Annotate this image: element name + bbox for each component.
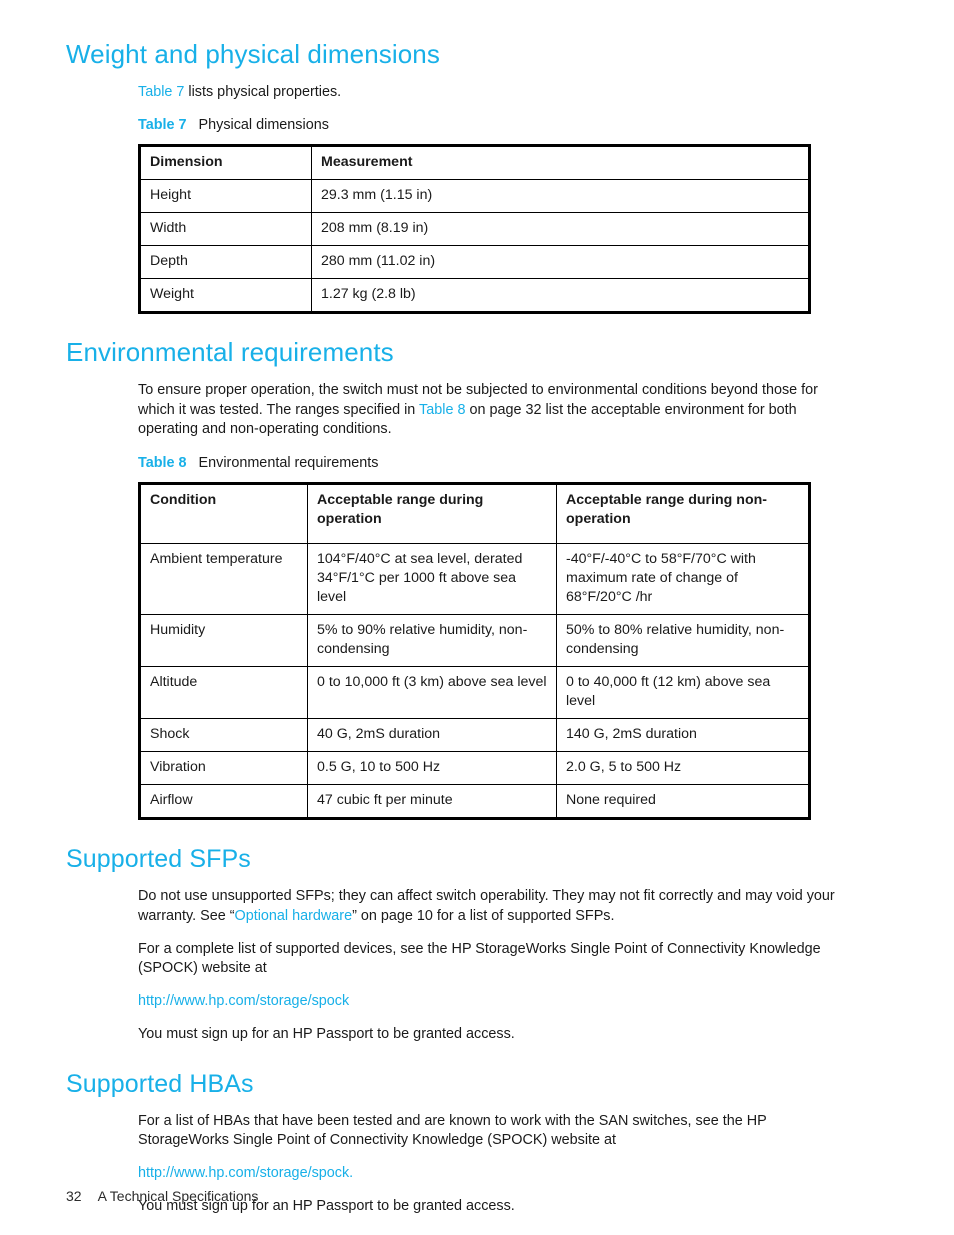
cell-range-non-operation: 140 G, 2mS duration — [556, 718, 810, 753]
sfps-paragraph-1-part2: ” on page 10 for a list of supported SFP… — [352, 907, 615, 924]
table-row: Height 29.3 mm (1.15 in) — [139, 178, 810, 213]
table-row: Ambient temperature 104°F/40°C at sea le… — [139, 542, 810, 615]
cell-range-operation: 0.5 G, 10 to 500 Hz — [307, 751, 557, 786]
page-content: Weight and physical dimensions Table 7 l… — [66, 39, 856, 1216]
table-7-cross-reference-link[interactable]: Table 7 — [138, 84, 184, 100]
weight-intro-paragraph: Table 7 lists physical properties. — [138, 83, 856, 103]
cell-measurement: 208 mm (8.19 in) — [311, 211, 810, 246]
cell-dimension: Width — [139, 211, 312, 246]
table-8-caption-label: Table 8 — [138, 455, 187, 472]
table-header-row: Condition Acceptable range during operat… — [139, 482, 810, 544]
hbas-url-paragraph: http://www.hp.com/storage/spock. — [138, 1164, 856, 1184]
cell-range-operation: 104°F/40°C at sea level, derated 34°F/1°… — [307, 542, 557, 615]
spock-url-link-hbas[interactable]: http://www.hp.com/storage/spock. — [138, 1164, 353, 1184]
heading-environmental-requirements: Environmental requirements — [66, 336, 394, 367]
sfps-paragraph-2: For a complete list of supported devices… — [138, 940, 821, 977]
cell-measurement: 29.3 mm (1.15 in) — [311, 178, 810, 213]
cell-condition: Vibration — [139, 751, 308, 786]
cell-condition: Humidity — [139, 613, 308, 667]
sfps-url-paragraph: http://www.hp.com/storage/spock — [138, 992, 856, 1012]
table-8-cross-reference-link[interactable]: Table 8 — [419, 402, 465, 418]
table-row: Vibration 0.5 G, 10 to 500 Hz 2.0 G, 5 t… — [139, 751, 810, 786]
section-supported-sfps: Supported SFPs Do not use unsupported SF… — [66, 845, 856, 1044]
column-header-range-operation: Acceptable range during operation — [307, 482, 557, 544]
table-environmental-requirements: Condition Acceptable range during operat… — [138, 481, 811, 821]
hbas-paragraph-1: For a list of HBAs that have been tested… — [138, 1112, 767, 1149]
table-8-caption: Table 8 Environmental requirements — [138, 454, 856, 473]
document-page: Weight and physical dimensions Table 7 l… — [0, 0, 954, 1235]
weight-intro-text: lists physical properties. — [184, 84, 342, 101]
column-header-dimension: Dimension — [139, 144, 312, 180]
page-footer: 32 A Technical Specifications — [66, 1187, 856, 1205]
cell-range-non-operation: None required — [556, 784, 810, 820]
footer-page-number: 32 — [66, 1187, 82, 1204]
column-header-range-non-operation: Acceptable range during non-operation — [556, 482, 810, 544]
cell-condition: Shock — [139, 718, 308, 753]
table-row: Airflow 47 cubic ft per minute None requ… — [139, 784, 810, 820]
cell-dimension: Height — [139, 178, 312, 213]
cell-range-non-operation: -40°F/-40°C to 58°F/70°C with maximum ra… — [556, 542, 810, 615]
cell-dimension: Depth — [139, 244, 312, 279]
table-row: Humidity 5% to 90% relative humidity, no… — [139, 613, 810, 667]
heading-weight-and-physical-dimensions: Weight and physical dimensions — [66, 39, 440, 69]
cell-range-operation: 0 to 10,000 ft (3 km) above sea level — [307, 665, 557, 720]
heading-supported-hbas: Supported HBAs — [66, 1069, 254, 1098]
table-header-row: Dimension Measurement — [139, 144, 810, 180]
spock-url-link-sfps[interactable]: http://www.hp.com/storage/spock — [138, 992, 349, 1012]
sfps-paragraph-3: You must sign up for an HP Passport to b… — [138, 1025, 515, 1042]
cell-range-non-operation: 2.0 G, 5 to 500 Hz — [556, 751, 810, 786]
heading-supported-sfps: Supported SFPs — [66, 845, 251, 874]
sfps-paragraph-1: Do not use unsupported SFPs; they can af… — [138, 887, 856, 926]
supported-sfps-body: Do not use unsupported SFPs; they can af… — [138, 887, 856, 1044]
environment-body: To ensure proper operation, the switch m… — [138, 381, 856, 821]
cell-range-operation: 40 G, 2mS duration — [307, 718, 557, 753]
table-row: Weight 1.27 kg (2.8 lb) — [139, 277, 810, 313]
table-row: Shock 40 G, 2mS duration 140 G, 2mS dura… — [139, 718, 810, 753]
footer-chapter-label: A Technical Specifications — [97, 1187, 259, 1204]
environment-intro-paragraph: To ensure proper operation, the switch m… — [138, 381, 856, 440]
cell-measurement: 1.27 kg (2.8 lb) — [311, 277, 810, 313]
table-8-caption-text: Environmental requirements — [198, 455, 379, 472]
optional-hardware-cross-reference-link[interactable]: Optional hardware — [235, 908, 353, 924]
cell-range-operation: 47 cubic ft per minute — [307, 784, 557, 820]
table-7-caption-label: Table 7 — [138, 116, 187, 133]
table-7-caption: Table 7 Physical dimensions — [138, 116, 856, 135]
column-header-condition: Condition — [139, 482, 308, 544]
table-8-wrapper: Condition Acceptable range during operat… — [138, 481, 856, 821]
cell-condition: Airflow — [139, 784, 308, 820]
section-environmental-requirements: Environmental requirements To ensure pro… — [66, 336, 856, 821]
table-7-caption-text: Physical dimensions — [198, 116, 329, 133]
table-7-wrapper: Dimension Measurement Height 29.3 mm (1.… — [138, 143, 856, 314]
cell-range-operation: 5% to 90% relative humidity, non-condens… — [307, 613, 557, 667]
table-row: Width 208 mm (8.19 in) — [139, 211, 810, 246]
table-row: Altitude 0 to 10,000 ft (3 km) above sea… — [139, 665, 810, 720]
cell-dimension: Weight — [139, 277, 312, 313]
section-weight-and-physical-dimensions: Weight and physical dimensions Table 7 l… — [66, 39, 856, 314]
cell-range-non-operation: 0 to 40,000 ft (12 km) above sea level — [556, 665, 810, 720]
weight-body: Table 7 lists physical properties. Table… — [138, 83, 856, 314]
cell-condition: Altitude — [139, 665, 308, 720]
cell-condition: Ambient temperature — [139, 542, 308, 615]
column-header-measurement: Measurement — [311, 144, 810, 180]
table-row: Depth 280 mm (11.02 in) — [139, 244, 810, 279]
cell-measurement: 280 mm (11.02 in) — [311, 244, 810, 279]
cell-range-non-operation: 50% to 80% relative humidity, non-conden… — [556, 613, 810, 667]
table-physical-dimensions: Dimension Measurement Height 29.3 mm (1.… — [138, 143, 811, 314]
